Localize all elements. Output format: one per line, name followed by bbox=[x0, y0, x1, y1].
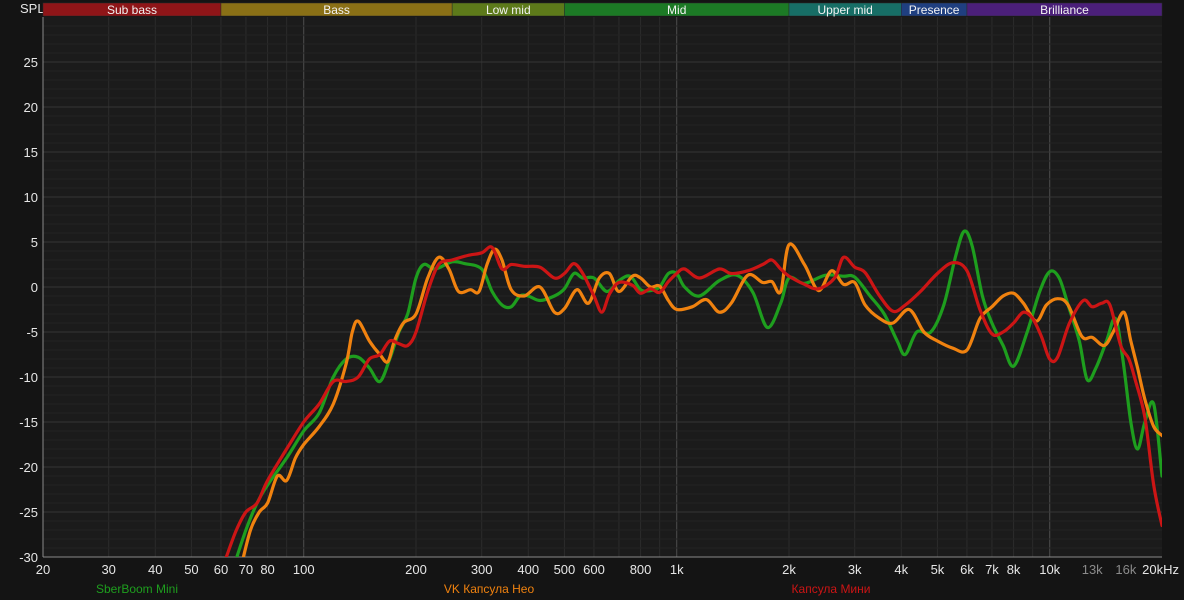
y-tick-label: -5 bbox=[26, 325, 38, 340]
frequency-bands: Sub bass Bass Low mid Mid Upper mid Presence B… bbox=[42, 2, 1163, 17]
y-ticks: -30-25-20-15-10-50510152025 bbox=[19, 55, 38, 565]
y-tick-label: 5 bbox=[31, 235, 38, 250]
x-tick-label: 800 bbox=[630, 562, 652, 577]
x-tick-label: 3k bbox=[848, 562, 862, 577]
x-tick-label: 200 bbox=[405, 562, 427, 577]
x-tick-label: 16k bbox=[1115, 562, 1136, 577]
legend: SberBoom Mini VK Капсула Нео Капсула Мини bbox=[96, 582, 870, 596]
y-tick-label: -20 bbox=[19, 460, 38, 475]
x-tick-label: 70 bbox=[239, 562, 253, 577]
y-tick-label: 15 bbox=[24, 145, 38, 160]
x-tick-label: 30 bbox=[101, 562, 115, 577]
x-tick-label: 13k bbox=[1082, 562, 1103, 577]
x-tick-label: 20kHz bbox=[1142, 562, 1179, 577]
band-label: Sub bass bbox=[107, 3, 157, 17]
x-tick-label: 600 bbox=[583, 562, 605, 577]
legend-entry-2: VK Капсула Нео bbox=[444, 582, 535, 596]
x-tick-label: 400 bbox=[517, 562, 539, 577]
x-tick-label: 6k bbox=[960, 562, 974, 577]
band-label: Bass bbox=[323, 3, 350, 17]
x-tick-label: 1k bbox=[670, 562, 684, 577]
y-tick-label: 0 bbox=[31, 280, 38, 295]
x-tick-label: 100 bbox=[293, 562, 315, 577]
band-label: Upper mid bbox=[817, 3, 872, 17]
y-tick-label: 10 bbox=[24, 190, 38, 205]
y-axis-label: SPL bbox=[20, 1, 45, 16]
y-tick-label: -10 bbox=[19, 370, 38, 385]
x-tick-label: 500 bbox=[554, 562, 576, 577]
y-tick-label: 25 bbox=[24, 55, 38, 70]
band-label: Brilliance bbox=[1040, 3, 1089, 17]
x-tick-label: 2k bbox=[782, 562, 796, 577]
x-tick-label: 10k bbox=[1039, 562, 1060, 577]
y-tick-label: -25 bbox=[19, 505, 38, 520]
band-label: Presence bbox=[909, 3, 960, 17]
x-tick-label: 4k bbox=[894, 562, 908, 577]
x-tick-label: 20 bbox=[36, 562, 50, 577]
x-tick-label: 50 bbox=[184, 562, 198, 577]
x-tick-label: 8k bbox=[1007, 562, 1021, 577]
y-tick-label: 20 bbox=[24, 100, 38, 115]
y-tick-label: -15 bbox=[19, 415, 38, 430]
x-ticks: 20 30 40 50 60 70 80 100 200 300 400 500 600 800 1k 2k 3… bbox=[36, 562, 1179, 577]
band-label: Low mid bbox=[486, 3, 531, 17]
legend-entry-3: Капсула Мини bbox=[792, 582, 871, 596]
x-tick-label: 300 bbox=[471, 562, 493, 577]
x-tick-label: 7k bbox=[985, 562, 999, 577]
x-tick-label: 5k bbox=[931, 562, 945, 577]
legend-entry-1: SberBoom Mini bbox=[96, 582, 178, 596]
frequency-response-chart: SPL Sub bass Bass Low mid Mid Upper mid Prese… bbox=[19, 1, 1179, 596]
band-label: Mid bbox=[667, 3, 686, 17]
x-tick-label: 40 bbox=[148, 562, 162, 577]
x-tick-label: 80 bbox=[260, 562, 274, 577]
x-tick-label: 60 bbox=[214, 562, 228, 577]
